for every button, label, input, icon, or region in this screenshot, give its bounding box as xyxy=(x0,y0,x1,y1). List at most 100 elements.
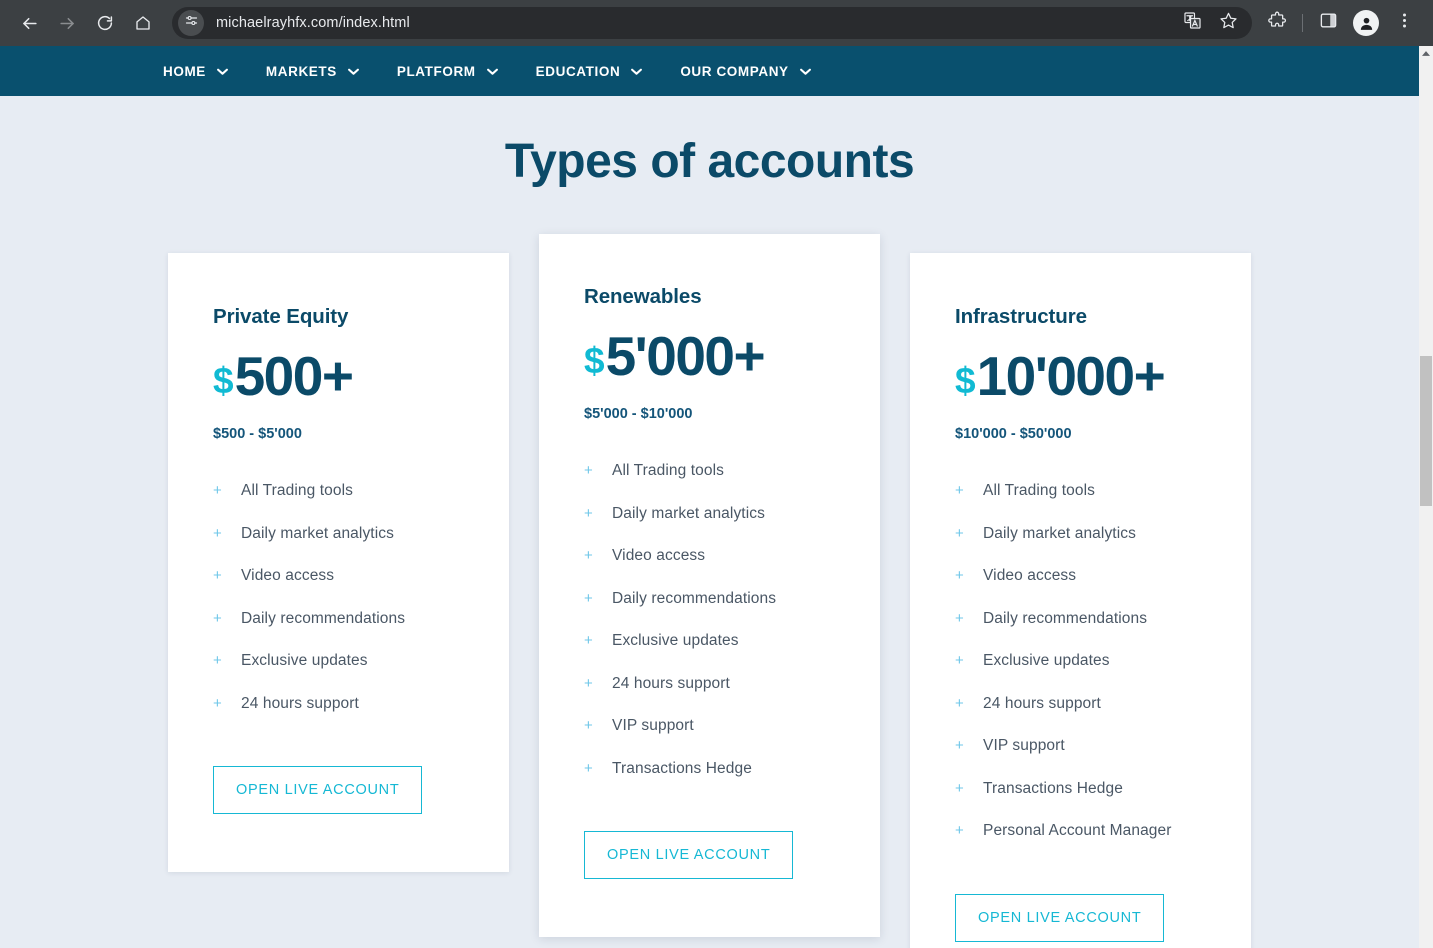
feature-list: + All Trading tools + Daily market analy… xyxy=(213,482,464,713)
feature-label: Transactions Hedge xyxy=(983,779,1123,797)
feature-label: Daily recommendations xyxy=(612,589,777,607)
translate-button[interactable] xyxy=(1177,8,1207,38)
nav-item-markets[interactable]: MARKETS xyxy=(266,64,359,79)
feature-label: Exclusive updates xyxy=(983,652,1110,669)
list-item: + Daily recommendations xyxy=(584,590,835,608)
open-live-account-button[interactable]: OPEN LIVE ACCOUNT xyxy=(955,893,1165,942)
chevron-down-icon xyxy=(347,68,359,75)
feature-label: Daily market analytics xyxy=(241,524,394,542)
chevron-down-icon xyxy=(486,68,498,75)
plus-bullet-icon: + xyxy=(955,737,964,754)
nav-item-label: EDUCATION xyxy=(535,63,621,79)
address-bar[interactable]: michaelrayhfx.com/index.html xyxy=(172,7,1252,39)
nav-item-label: HOME xyxy=(163,63,206,79)
site-settings-tune-icon xyxy=(184,13,199,33)
feature-label: Transactions Hedge xyxy=(612,759,752,777)
feature-label: Video access xyxy=(612,547,706,564)
reload-button[interactable] xyxy=(90,8,120,38)
plus-bullet-icon: + xyxy=(584,632,593,649)
open-live-account-button[interactable]: OPEN LIVE ACCOUNT xyxy=(584,831,794,879)
nav-item-education[interactable]: EDUCATION xyxy=(536,64,643,79)
feature-label: All Trading tools xyxy=(241,482,353,499)
account-types-cards: Private Equity $ 500+ $500 - $5'000 + Al… xyxy=(0,234,1419,948)
scrollbar-thumb[interactable] xyxy=(1420,356,1432,506)
bookmark-button[interactable] xyxy=(1213,8,1243,38)
list-item: + Video access xyxy=(584,547,835,565)
reload-icon xyxy=(96,14,114,32)
extensions-button[interactable] xyxy=(1261,7,1293,39)
site-settings-button[interactable] xyxy=(178,10,204,36)
list-item: + Exclusive updates xyxy=(955,652,1206,670)
back-button[interactable] xyxy=(14,8,44,38)
nav-item-label: MARKETS xyxy=(265,63,337,79)
chevron-down-icon xyxy=(631,68,643,75)
forward-button[interactable] xyxy=(52,8,82,38)
list-item: + All Trading tools xyxy=(584,462,835,480)
list-item: + Daily market analytics xyxy=(955,525,1206,543)
plus-bullet-icon: + xyxy=(584,759,593,777)
card-price: $ 5'000+ xyxy=(584,329,835,384)
feature-label: Video access xyxy=(983,567,1077,584)
plus-bullet-icon: + xyxy=(584,462,593,479)
list-item: + Daily market analytics xyxy=(213,525,464,543)
plus-bullet-icon: + xyxy=(955,567,964,584)
plus-bullet-icon: + xyxy=(955,524,964,542)
card-price: $ 500+ xyxy=(213,349,464,404)
home-button[interactable] xyxy=(128,8,158,38)
feature-label: VIP support xyxy=(612,717,694,734)
currency-symbol: $ xyxy=(584,340,605,381)
feature-label: All Trading tools xyxy=(612,462,724,479)
chevron-down-icon xyxy=(216,68,228,75)
currency-symbol: $ xyxy=(213,360,234,401)
list-item: + VIP support xyxy=(584,717,835,735)
nav-item-label: OUR COMPANY xyxy=(680,63,789,79)
vertical-scrollbar[interactable] xyxy=(1419,46,1433,948)
page-title: Types of accounts xyxy=(504,135,915,188)
side-panel-button[interactable] xyxy=(1312,7,1344,39)
list-item: + 24 hours support xyxy=(213,695,464,713)
account-card-infrastructure: Infrastructure $ 10'000+ $10'000 - $50'0… xyxy=(910,253,1251,948)
nav-item-our-company[interactable]: OUR COMPANY xyxy=(680,63,811,79)
nav-item-label: PLATFORM xyxy=(396,63,476,79)
list-item: + Daily recommendations xyxy=(955,610,1206,628)
forward-arrow-icon xyxy=(58,14,77,33)
list-item: + 24 hours support xyxy=(584,675,835,693)
list-item: + Video access xyxy=(213,567,464,585)
feature-label: Daily recommendations xyxy=(983,609,1148,627)
browser-toolbar: michaelrayhfx.com/index.html xyxy=(0,0,1433,46)
list-item: + All Trading tools xyxy=(955,482,1206,500)
list-item: + Video access xyxy=(955,567,1206,585)
list-item: + Exclusive updates xyxy=(584,632,835,650)
list-item: + All Trading tools xyxy=(213,482,464,500)
list-item: + Daily recommendations xyxy=(213,610,464,628)
list-item: + 24 hours support xyxy=(955,695,1206,713)
card-price-range: $10'000 - $50'000 xyxy=(955,426,1072,442)
list-item: + Exclusive updates xyxy=(213,652,464,670)
feature-label: Daily recommendations xyxy=(241,609,406,627)
page-content: Types of accounts Private Equity $ 500+ … xyxy=(0,96,1419,948)
profile-avatar-icon xyxy=(1353,10,1379,36)
currency-symbol: $ xyxy=(955,360,976,401)
feature-label: 24 hours support xyxy=(983,694,1101,712)
plus-bullet-icon: + xyxy=(213,652,222,669)
url-text[interactable]: michaelrayhfx.com/index.html xyxy=(216,15,410,31)
nav-item-platform[interactable]: PLATFORM xyxy=(397,64,498,79)
list-item: + VIP support xyxy=(955,737,1206,755)
omnibox-actions xyxy=(1174,8,1252,38)
scrollbar-up-arrow[interactable] xyxy=(1419,46,1433,60)
plus-bullet-icon: + xyxy=(584,674,593,692)
feature-label: 24 hours support xyxy=(241,694,359,712)
plus-bullet-icon: + xyxy=(955,779,964,797)
plus-bullet-icon: + xyxy=(584,547,593,564)
back-arrow-icon xyxy=(20,14,39,33)
plus-bullet-icon: + xyxy=(955,609,964,627)
card-price-range: $500 - $5'000 xyxy=(213,426,302,442)
plus-bullet-icon: + xyxy=(213,609,222,627)
profile-button[interactable] xyxy=(1350,7,1382,39)
nav-item-home[interactable]: HOME xyxy=(163,64,228,79)
price-amount: 5'000+ xyxy=(605,325,766,387)
open-live-account-button[interactable]: OPEN LIVE ACCOUNT xyxy=(213,766,423,814)
feature-list: + All Trading tools + Daily market analy… xyxy=(955,482,1206,840)
browser-menu-button[interactable] xyxy=(1388,7,1420,39)
list-item: + Transactions Hedge xyxy=(584,760,835,778)
